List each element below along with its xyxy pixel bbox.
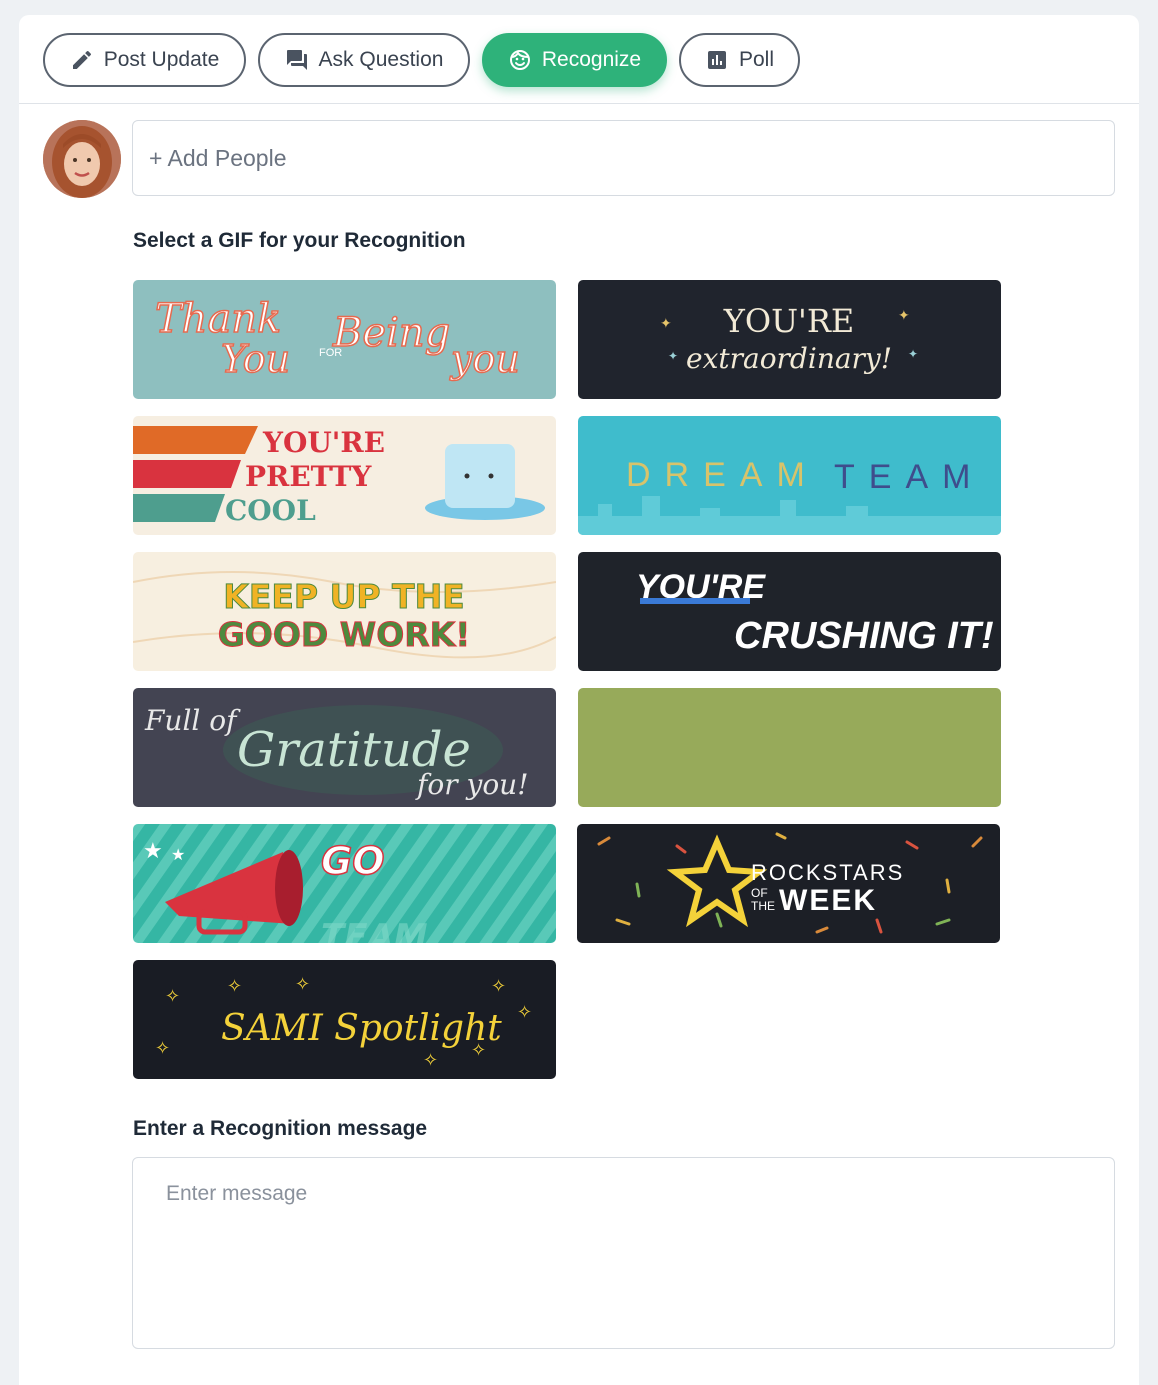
gif-text: CRUSHING IT! <box>734 615 994 657</box>
gif-option-keep-up-the-good-work[interactable]: KEEP UP THE GOOD WORK! <box>133 552 556 671</box>
gif-text: extraordinary! <box>686 342 892 375</box>
gif-text: THE <box>751 899 775 913</box>
gif-text: for you! <box>415 768 528 801</box>
gif-text: Being <box>332 310 450 356</box>
gif-section-title: Select a GIF for your Recognition <box>133 229 466 252</box>
avatar <box>43 120 121 198</box>
gif-option-dream-team[interactable]: DREAM TEAM <box>578 416 1001 535</box>
gif-text: YOU'RE <box>262 426 385 459</box>
svg-text:✦: ✦ <box>898 307 910 323</box>
svg-text:✧: ✧ <box>155 1038 170 1058</box>
svg-text:✧: ✧ <box>165 986 180 1006</box>
gif-option-youre-extraordinary[interactable]: YOU'RE extraordinary! ✦ ✦ ✦ ✦ <box>578 280 1001 399</box>
svg-text:✧: ✧ <box>295 974 310 994</box>
svg-text:✦: ✦ <box>660 315 672 331</box>
svg-text:★: ★ <box>143 838 163 863</box>
gif-text: You <box>221 337 290 381</box>
gif-text: COOL <box>225 494 316 527</box>
tab-label: Ask Question <box>318 48 444 71</box>
poll-chart-icon <box>707 51 726 69</box>
gif-text: TEAM <box>321 917 428 943</box>
svg-text:✧: ✧ <box>517 1002 532 1022</box>
gif-text: you <box>449 337 520 381</box>
gif-option-green-blank[interactable] <box>578 688 1001 807</box>
svg-text:★: ★ <box>171 847 185 864</box>
message-textarea[interactable]: Enter message <box>132 1157 1115 1349</box>
tab-label: Poll <box>738 48 775 71</box>
gif-text: YOU'RE <box>723 302 855 340</box>
tab-post-update[interactable]: Post Update <box>43 33 246 87</box>
gif-text: GO <box>321 839 385 883</box>
composer-tabs: Post Update Ask Question Recognize Poll <box>19 15 1139 104</box>
gif-option-youre-crushing-it[interactable]: YOU'RE CRUSHING IT! <box>578 552 1001 671</box>
gif-text: Thank <box>155 296 281 342</box>
gif-option-youre-pretty-cool[interactable]: YOU'RE PRETTY COOL <box>133 416 556 535</box>
gif-option-full-of-gratitude[interactable]: Full of Gratitude for you! <box>133 688 556 807</box>
add-people-placeholder: + Add People <box>149 144 287 171</box>
tab-label: Recognize <box>541 48 642 71</box>
svg-text:✧: ✧ <box>471 1040 486 1060</box>
pencil-icon <box>72 50 91 69</box>
gif-text: OF <box>751 886 768 900</box>
svg-text:✧: ✧ <box>227 976 242 996</box>
message-placeholder: Enter message <box>166 1182 308 1205</box>
add-people-input[interactable]: + Add People <box>132 120 1115 196</box>
chat-icon <box>286 50 307 70</box>
gif-text: GOOD WORK! <box>218 615 471 654</box>
gif-text: DREAM <box>626 456 819 494</box>
svg-text:✧: ✧ <box>491 976 506 996</box>
tab-poll[interactable]: Poll <box>679 33 800 87</box>
tab-ask-question[interactable]: Ask Question <box>258 33 470 87</box>
tab-recognize[interactable]: Recognize <box>482 33 667 87</box>
svg-text:✦: ✦ <box>668 349 678 363</box>
svg-text:✦: ✦ <box>908 347 918 361</box>
gif-option-go-team[interactable]: ★ ★ GO TEAM <box>133 824 556 943</box>
message-section-title: Enter a Recognition message <box>133 1117 428 1140</box>
composer-card: Post Update Ask Question Recognize Poll … <box>19 15 1139 1385</box>
gif-text: TEAM <box>834 458 984 496</box>
gif-text: ROCKSTARS <box>751 860 904 885</box>
gif-option-sami-spotlight[interactable]: SAMI Spotlight ✧ ✧ ✧ ✧ ✧ ✧ ✧ ✧ <box>133 960 556 1079</box>
gif-text: PRETTY <box>245 460 372 493</box>
gif-text: Full of <box>144 704 241 737</box>
smile-icon <box>509 50 530 70</box>
gif-text: WEEK <box>779 884 877 917</box>
gif-option-thank-you-for-being-you[interactable]: Thank You FOR Being you <box>133 280 556 399</box>
gif-text: KEEP UP THE <box>223 577 464 616</box>
tab-label: Post Update <box>103 48 220 71</box>
gif-text: SAMI Spotlight <box>221 1008 502 1049</box>
gif-option-rockstars-of-the-week[interactable]: ROCKSTARS OF THE WEEK <box>577 824 1000 943</box>
svg-text:✧: ✧ <box>423 1050 438 1070</box>
